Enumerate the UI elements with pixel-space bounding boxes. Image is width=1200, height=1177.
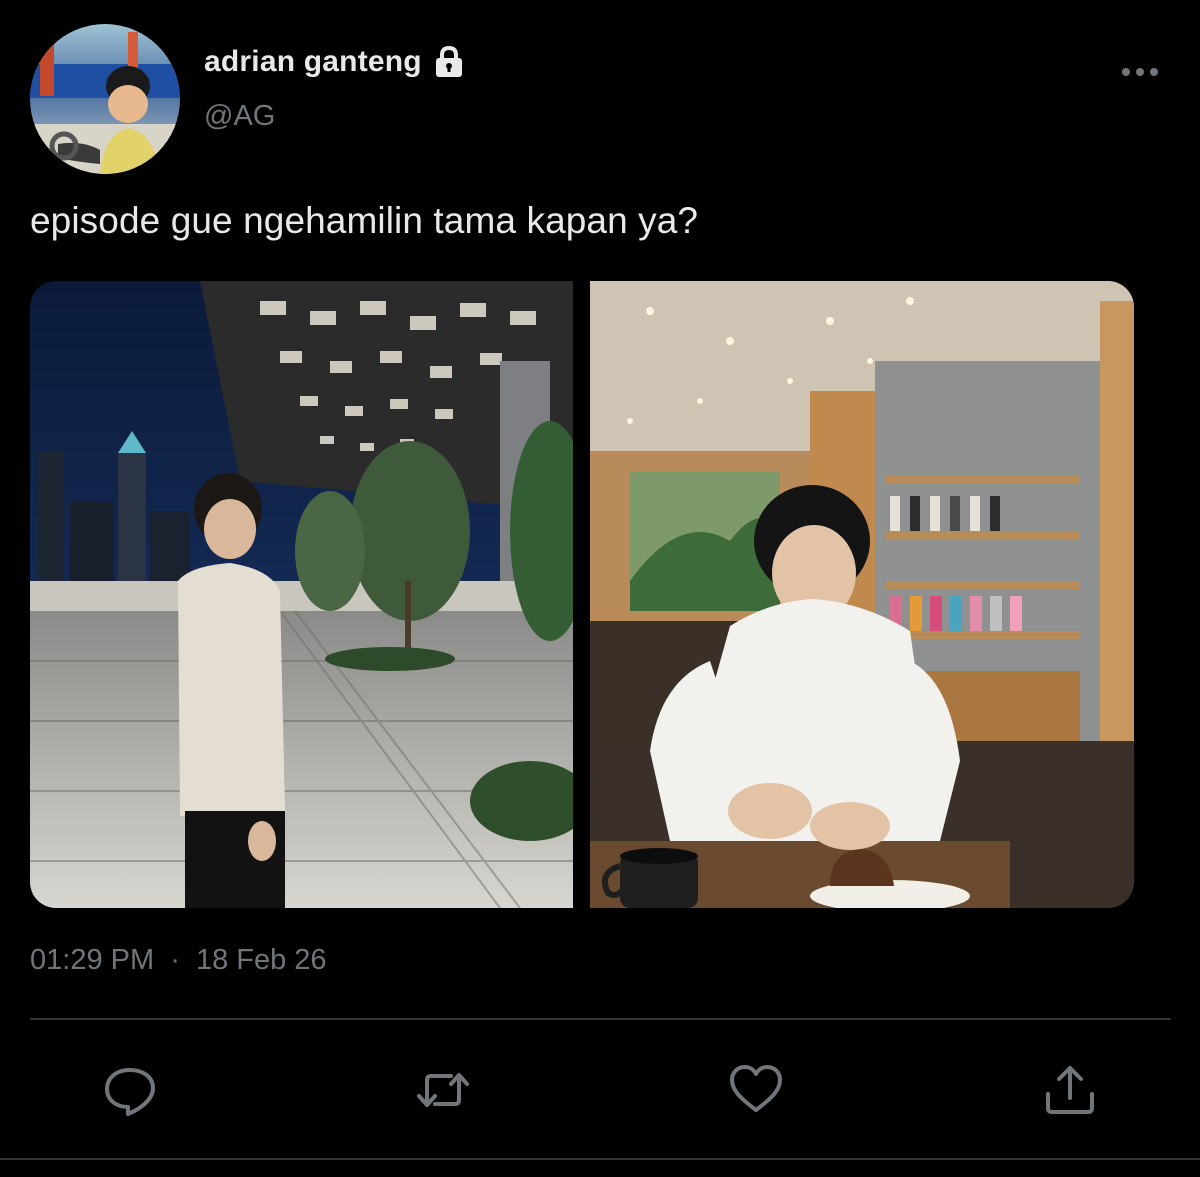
tweet-date: 18 Feb 26 <box>195 944 327 976</box>
photo-cafe[interactable] <box>590 281 1134 908</box>
more-icon[interactable] <box>1118 56 1162 88</box>
lock-icon <box>432 45 466 79</box>
display-name[interactable]: adrian ganteng <box>204 45 422 79</box>
media-grid <box>30 281 1134 908</box>
retweet-button[interactable] <box>415 1062 471 1118</box>
avatar[interactable] <box>30 24 180 174</box>
timestamp-separator: · <box>170 944 180 976</box>
divider <box>30 1018 1171 1020</box>
handle[interactable]: @AG <box>204 100 275 133</box>
bottom-divider <box>0 1158 1200 1160</box>
author-name-row: adrian ganteng <box>204 40 466 84</box>
share-button[interactable] <box>1042 1062 1098 1118</box>
retweet-icon <box>417 1073 469 1107</box>
reply-icon <box>105 1068 155 1116</box>
reply-button[interactable] <box>102 1062 158 1118</box>
share-icon <box>1046 1066 1094 1114</box>
avatar-image <box>30 24 180 174</box>
tweet-time: 01:29 PM <box>30 944 155 976</box>
photo-night-plaza[interactable] <box>30 281 590 908</box>
heart-icon <box>730 1065 782 1112</box>
like-button[interactable] <box>728 1062 784 1118</box>
tweet-text: episode gue ngehamilin tama kapan ya? <box>30 200 699 241</box>
timestamp[interactable]: 01:29 PM · 18 Feb 26 <box>30 944 327 977</box>
